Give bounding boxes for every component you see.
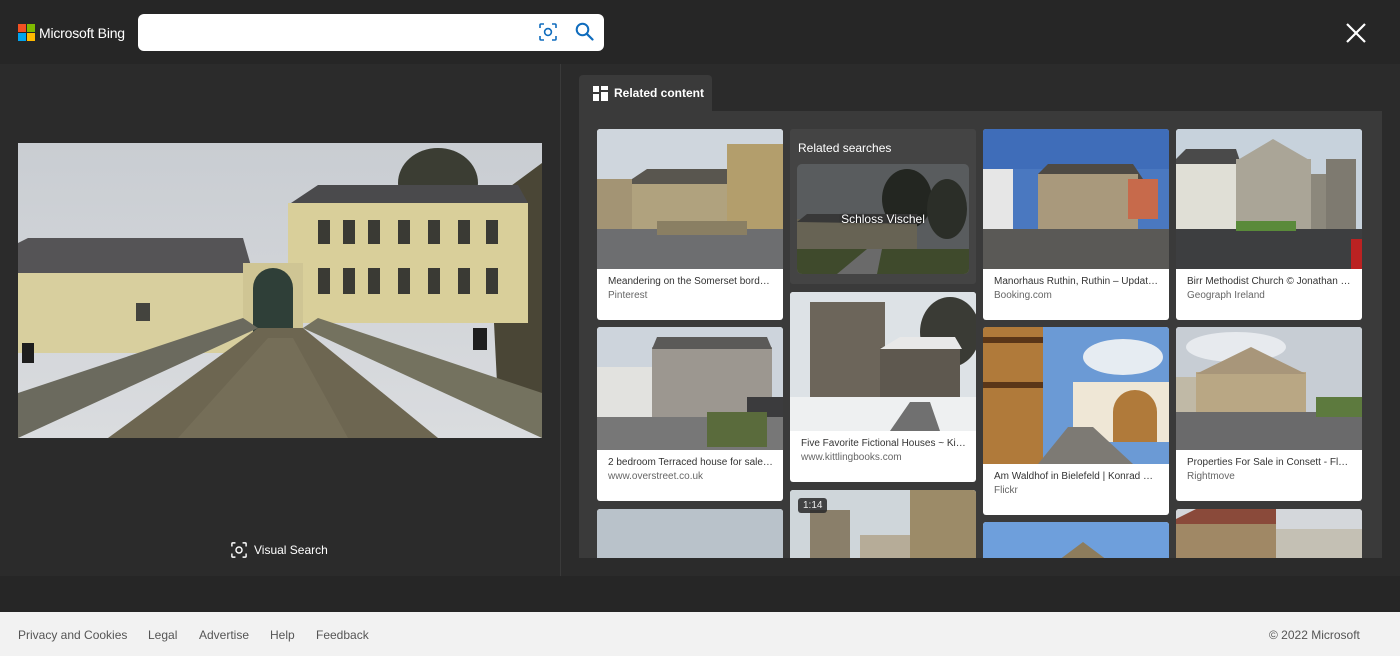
- tab-related-content[interactable]: Related content: [579, 75, 712, 111]
- result-thumbnail: [597, 129, 783, 269]
- result-card[interactable]: [597, 509, 783, 558]
- footer-link-legal[interactable]: Legal: [148, 628, 177, 642]
- grid-icon: [593, 85, 608, 101]
- result-source: Rightmove: [1187, 471, 1235, 482]
- footer-spacer: [0, 576, 1400, 612]
- result-card[interactable]: Am Waldhof in Bielefeld | Konrad St… Fli…: [983, 327, 1169, 515]
- search-input[interactable]: [150, 22, 530, 44]
- video-duration: 1:14: [798, 498, 828, 513]
- visual-search-label: Visual Search: [254, 543, 328, 557]
- result-source: Pinterest: [608, 290, 648, 301]
- result-caption: Five Favorite Fictional Houses ~ Kit…: [801, 438, 969, 449]
- related-content-panel: Meandering on the Somerset borde… Pinter…: [579, 111, 1382, 558]
- result-source: Flickr: [994, 485, 1018, 496]
- result-source: Booking.com: [994, 290, 1052, 301]
- brand-name: Microsoft Bing: [39, 24, 125, 41]
- result-card[interactable]: [983, 522, 1169, 558]
- result-thumbnail: [597, 327, 783, 450]
- result-caption: Birr Methodist Church © Jonathan …: [1187, 276, 1351, 287]
- video-card[interactable]: 1:14: [790, 490, 976, 558]
- footer-link-advertise[interactable]: Advertise: [199, 628, 249, 642]
- footer-link-help[interactable]: Help: [270, 628, 295, 642]
- result-thumbnail: [983, 129, 1169, 269]
- search-icon[interactable]: [575, 22, 594, 41]
- footer-link-feedback[interactable]: Feedback: [316, 628, 369, 642]
- image-preview-pane: Visual Search: [0, 64, 560, 576]
- result-caption: Properties For Sale in Consett - Flat…: [1187, 457, 1357, 468]
- result-caption: Am Waldhof in Bielefeld | Konrad St…: [994, 471, 1163, 482]
- result-caption: Manorhaus Ruthin, Ruthin – Updat…: [994, 276, 1158, 287]
- result-card[interactable]: 2 bedroom Terraced house for sale… www.o…: [597, 327, 783, 501]
- result-source: Geograph Ireland: [1187, 290, 1265, 301]
- result-thumbnail: [983, 522, 1169, 558]
- result-thumbnail: [1176, 327, 1362, 450]
- related-pane: Related content Meandering on the Somers…: [561, 64, 1400, 576]
- result-source: www.overstreet.co.uk: [608, 471, 704, 482]
- result-thumbnail: [1176, 509, 1362, 558]
- tab-label: Related content: [614, 86, 705, 100]
- result-card[interactable]: [1176, 509, 1362, 558]
- copyright-text: © 2022 Microsoft: [1269, 628, 1360, 642]
- header-bar: Microsoft Bing: [0, 0, 1400, 64]
- result-caption: 2 bedroom Terraced house for sale…: [608, 457, 773, 468]
- result-thumbnail: [1176, 129, 1362, 269]
- result-thumbnail: [597, 509, 783, 558]
- result-card[interactable]: Properties For Sale in Consett - Flat… R…: [1176, 327, 1362, 501]
- footer-link-privacy[interactable]: Privacy and Cookies: [18, 628, 127, 642]
- search-box[interactable]: [138, 14, 604, 51]
- visual-search-button[interactable]: Visual Search: [231, 542, 328, 558]
- main-image[interactable]: [18, 143, 542, 438]
- result-source: www.kittlingbooks.com: [801, 452, 902, 463]
- result-thumbnail: [790, 292, 976, 431]
- result-card[interactable]: Birr Methodist Church © Jonathan … Geogr…: [1176, 129, 1362, 320]
- related-searches-title: Related searches: [798, 141, 892, 155]
- related-searches: Related searches Schloss Vischel: [790, 129, 976, 284]
- footer: Privacy and Cookies Legal Advertise Help…: [0, 612, 1400, 656]
- result-card[interactable]: Meandering on the Somerset borde… Pinter…: [597, 129, 783, 320]
- related-search-label: Schloss Vischel: [841, 212, 925, 226]
- microsoft-logo-icon: [18, 24, 35, 41]
- result-caption: Meandering on the Somerset borde…: [608, 276, 776, 287]
- visual-search-icon[interactable]: [539, 23, 557, 41]
- close-icon[interactable]: [1343, 20, 1369, 46]
- visual-search-icon: [231, 542, 247, 558]
- related-search-item[interactable]: Schloss Vischel: [797, 164, 969, 274]
- bing-logo[interactable]: Microsoft Bing: [18, 24, 125, 41]
- result-card[interactable]: Five Favorite Fictional Houses ~ Kit… ww…: [790, 292, 976, 482]
- result-card[interactable]: Manorhaus Ruthin, Ruthin – Updat… Bookin…: [983, 129, 1169, 320]
- result-thumbnail: [983, 327, 1169, 464]
